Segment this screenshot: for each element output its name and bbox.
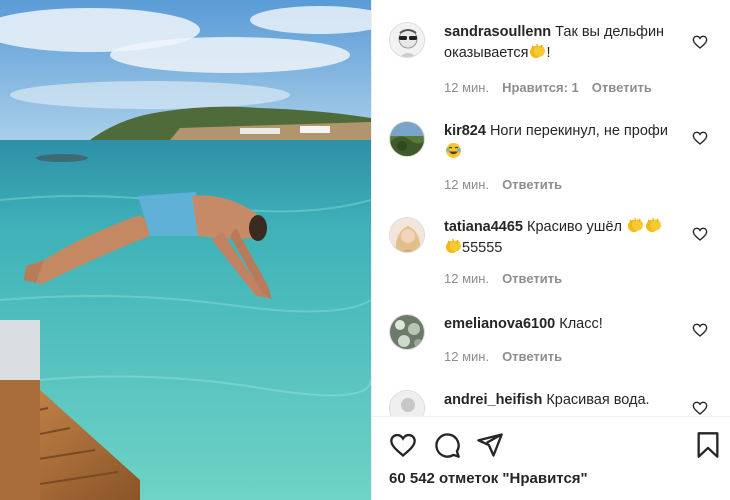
comment-likes-count[interactable]: Нравится: 1 (502, 80, 579, 95)
diving-photo-image (0, 0, 371, 500)
comment-like-heart-icon[interactable] (692, 226, 708, 242)
comment-meta: 12 мин. Ответить (444, 177, 575, 192)
comment-meta: 12 мин. Нравится: 1 Ответить (444, 80, 665, 95)
clapping-hands-icon (627, 217, 644, 234)
comment-time[interactable]: 12 мин. (444, 177, 489, 192)
comment-username[interactable]: emelianova6100 (444, 316, 555, 332)
default-avatar-icon (390, 391, 424, 416)
avatar[interactable] (389, 390, 425, 416)
clapping-hands-icon (645, 217, 662, 234)
landscape-avatar-icon (390, 122, 424, 156)
comment-text: emelianova6100 Класс! (444, 314, 684, 335)
laughing-face-icon (445, 142, 462, 159)
comment-like-heart-icon[interactable] (692, 130, 708, 146)
sunglasses-avatar-icon (390, 23, 424, 57)
reply-button[interactable]: Ответить (502, 177, 562, 192)
clapping-hands-icon (445, 238, 462, 255)
comment-body: Класс! (559, 316, 603, 332)
comment-body: Красиво ушёл (527, 219, 622, 235)
comment-text: tatiana4465 Красиво ушёл 55555 (444, 217, 684, 259)
comment-like-heart-icon[interactable] (692, 34, 708, 50)
comment-time[interactable]: 12 мин. (444, 80, 489, 95)
reply-button[interactable]: Ответить (592, 80, 652, 95)
reply-button[interactable]: Ответить (502, 349, 562, 364)
reply-button[interactable]: Ответить (502, 271, 562, 286)
bookmark-icon[interactable] (694, 431, 722, 459)
comment-text: kir824 Ноги перекинул, не профи (444, 121, 684, 163)
comment-body: Ноги перекинул, не профи (489, 123, 668, 139)
post-actions-bar (372, 417, 730, 467)
avatar[interactable] (389, 121, 425, 157)
heart-icon[interactable] (389, 431, 417, 459)
comments-list[interactable]: sandrasoullenn Так вы дельфин оказывается… (372, 0, 730, 416)
share-icon[interactable] (476, 431, 504, 459)
comment-time[interactable]: 12 мин. (444, 271, 489, 286)
avatar[interactable] (389, 217, 425, 253)
woman-avatar-icon (390, 218, 424, 252)
comment-text: sandrasoullenn Так вы дельфин оказывается… (444, 22, 684, 64)
comments-panel: sandrasoullenn Так вы дельфин оказывается… (371, 0, 730, 500)
comment-body: Красивая вода. (546, 392, 650, 408)
comment-body-suffix: 55555 (462, 240, 503, 256)
post-photo[interactable] (0, 0, 371, 500)
comment-meta: 12 мин. Ответить (444, 349, 575, 364)
avatar[interactable] (389, 22, 425, 58)
comment-username[interactable]: tatiana4465 (444, 219, 523, 235)
avatar[interactable] (389, 314, 425, 350)
comment-time[interactable]: 12 мин. (444, 349, 489, 364)
comment-text: andrei_heifish Красивая вода. (444, 390, 684, 411)
comment-meta: 12 мин. Ответить (444, 271, 575, 286)
comment-username[interactable]: kir824 (444, 123, 486, 139)
comment-like-heart-icon[interactable] (692, 322, 708, 338)
comment-like-heart-icon[interactable] (692, 400, 708, 416)
likes-count[interactable]: 60 542 отметок "Нравится" (389, 470, 588, 487)
comment-username[interactable]: andrei_heifish (444, 392, 542, 408)
comment-body-suffix: ! (546, 45, 551, 61)
comment-username[interactable]: sandrasoullenn (444, 24, 551, 40)
flowers-avatar-icon (390, 315, 424, 349)
clapping-hands-icon (529, 43, 546, 60)
comment-icon[interactable] (433, 431, 461, 459)
